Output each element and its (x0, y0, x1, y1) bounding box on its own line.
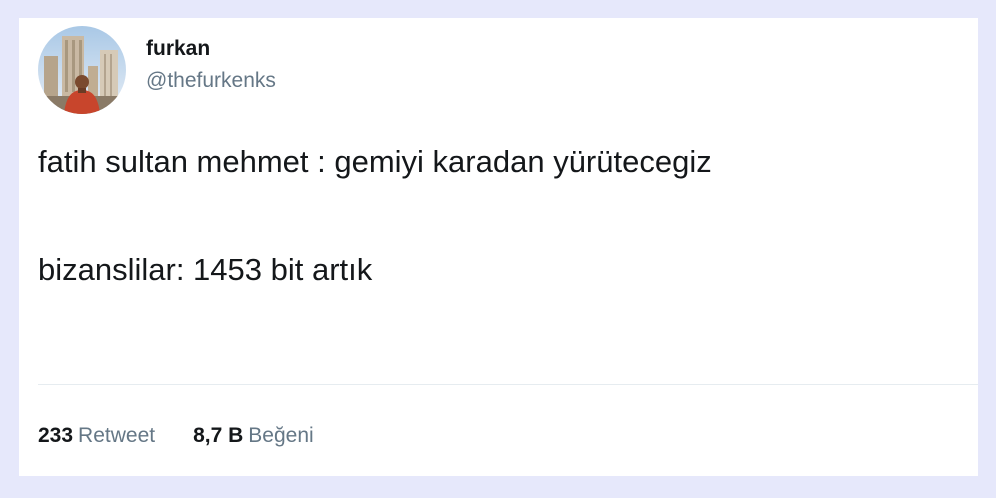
avatar-image (38, 26, 126, 114)
tweet-header: furkan @thefurkenks (38, 26, 276, 114)
tweet-text: fatih sultan mehmet : gemiyi karadan yür… (38, 140, 958, 292)
stats-divider (38, 384, 978, 385)
like-stat[interactable]: 8,7 B Beğeni (193, 422, 314, 450)
like-count: 8,7 B (193, 424, 244, 447)
retweet-label: Retweet (78, 424, 156, 447)
tweet-line-1: fatih sultan mehmet : gemiyi karadan yür… (38, 144, 712, 179)
avatar[interactable] (38, 26, 126, 114)
tweet-card: furkan @thefurkenks fatih sultan mehmet … (19, 18, 978, 476)
retweet-stat[interactable]: 233 Retweet (38, 422, 155, 450)
user-handle[interactable]: @thefurkenks (146, 66, 276, 96)
user-names: furkan @thefurkenks (146, 36, 276, 96)
tweet-line-gap (38, 184, 958, 248)
tweet-stats: 233 Retweet 8,7 B Beğeni (38, 422, 352, 450)
like-label: Beğeni (248, 424, 314, 447)
display-name[interactable]: furkan (146, 36, 276, 62)
retweet-count: 233 (38, 424, 74, 447)
tweet-line-2: bizanslilar: 1453 bit artık (38, 252, 373, 287)
